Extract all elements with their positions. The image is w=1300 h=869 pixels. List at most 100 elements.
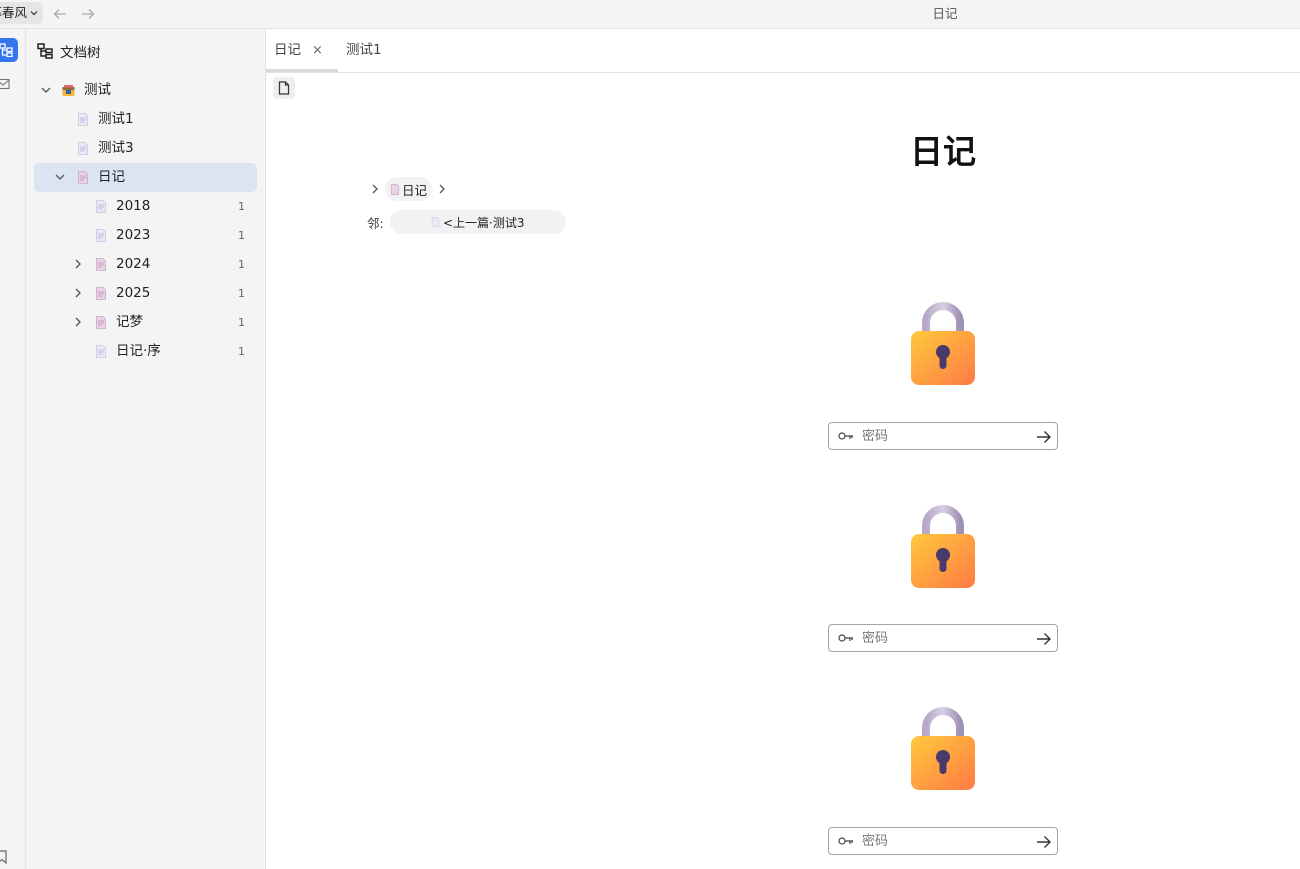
tree-item-doc[interactable]: 记梦 1 <box>34 308 257 337</box>
document-icon <box>77 142 89 155</box>
back-button[interactable] <box>51 5 69 23</box>
top-bar: 暮春风 日记 <box>0 0 1300 29</box>
arrow-right-icon <box>1037 836 1051 848</box>
chevron-right-icon[interactable] <box>436 183 448 195</box>
tree-item-doc[interactable]: 测试3 <box>34 134 257 163</box>
lock-icon <box>911 302 975 385</box>
document-icon <box>77 113 89 126</box>
page-title: 日记 <box>910 133 976 170</box>
lock-icon <box>911 505 975 588</box>
document-icon <box>95 200 107 213</box>
tree-item-count: 1 <box>238 229 245 242</box>
chevron-down-icon <box>30 11 38 16</box>
tree-item-count: 1 <box>238 200 245 213</box>
chevron-right-icon[interactable] <box>71 315 85 329</box>
dock-inbox-button[interactable] <box>0 75 10 94</box>
tree-item-label: 测试1 <box>98 111 134 127</box>
unlock-submit-button[interactable] <box>1034 629 1054 649</box>
document-stack-icon <box>390 183 400 195</box>
notebook-label: 暮春风 <box>0 5 27 20</box>
tree-item-doc[interactable]: 2018 1 <box>34 192 257 221</box>
tree-item-label: 2018 <box>116 198 151 214</box>
arrow-right-icon <box>1037 431 1051 443</box>
previous-doc-link[interactable]: <上一篇·测试3 <box>389 210 566 234</box>
arrow-right-icon <box>82 9 95 19</box>
tree-item-doc[interactable]: 2025 1 <box>34 279 257 308</box>
chevron-right-icon[interactable] <box>71 286 85 300</box>
tab-bar: 日记 × 测试1 <box>266 29 1300 73</box>
forward-button[interactable] <box>79 5 97 23</box>
document-stack-icon <box>77 171 89 184</box>
document-stack-icon <box>95 287 107 300</box>
tree-item-label: 日记 <box>98 169 125 185</box>
tree-item-label: 测试 <box>84 82 111 98</box>
tree-item-doc[interactable]: 日记·序 1 <box>34 337 257 366</box>
tree-item-count: 1 <box>238 287 245 300</box>
arrow-left-icon <box>53 9 66 19</box>
tree-item-label: 日记·序 <box>116 343 161 359</box>
chevron-right-icon[interactable] <box>369 183 381 195</box>
tree-item-doc[interactable]: 2024 1 <box>34 250 257 279</box>
document-stack-icon <box>95 316 107 329</box>
filetree-panel: 文档树 测试 测试1 测试3 日记 2018 1 2023 1 2024 1 2… <box>26 29 266 869</box>
tree-item-count: 1 <box>238 316 245 329</box>
window-title: 日记 <box>932 6 958 21</box>
tree-item-count: 1 <box>238 345 245 358</box>
notebook-icon <box>62 84 75 97</box>
tab-test1[interactable]: 测试1 <box>338 29 408 72</box>
filetree-icon <box>37 43 53 59</box>
tab-label: 日记 <box>274 42 301 58</box>
password-input[interactable] <box>862 629 1022 647</box>
unlock-submit-button[interactable] <box>1034 832 1054 852</box>
document-icon <box>431 217 440 227</box>
mail-icon <box>0 78 10 90</box>
key-icon <box>838 837 853 845</box>
password-field <box>828 624 1058 652</box>
chevron-down-icon[interactable] <box>53 170 67 184</box>
doc-icon-button[interactable] <box>273 77 295 99</box>
unlock-submit-button[interactable] <box>1034 427 1054 447</box>
key-icon <box>838 432 853 440</box>
filetree-icon <box>0 43 13 57</box>
tree-item-label: 测试3 <box>98 140 134 156</box>
breadcrumb-label: 日记 <box>402 182 428 198</box>
arrow-right-icon <box>1037 633 1051 645</box>
notebook-switcher[interactable]: 暮春风 <box>0 2 43 24</box>
tree-item-label: 记梦 <box>116 314 143 330</box>
tree-item-label: 2024 <box>116 256 151 272</box>
password-input[interactable] <box>862 427 1022 445</box>
document-icon <box>95 229 107 242</box>
document-stack-icon <box>95 258 107 271</box>
key-icon <box>838 634 853 642</box>
tree-item-doc[interactable]: 2023 1 <box>34 221 257 250</box>
document-tree: 测试 测试1 测试3 日记 2018 1 2023 1 2024 1 2025 … <box>34 76 257 366</box>
password-input[interactable] <box>862 832 1022 850</box>
breadcrumb-item[interactable]: 日记 <box>385 177 433 201</box>
bookmark-icon <box>0 850 7 865</box>
tree-item-label: 2025 <box>116 285 151 301</box>
tree-item-doc-active[interactable]: 日记 <box>34 163 257 192</box>
password-field <box>828 422 1058 450</box>
filetree-title: 文档树 <box>60 45 101 61</box>
chevron-right-icon[interactable] <box>71 257 85 271</box>
tab-diary[interactable]: 日记 × <box>266 29 338 72</box>
document-icon <box>95 345 107 358</box>
tab-close-button[interactable]: × <box>312 29 323 72</box>
previous-doc-label: <上一篇·测试3 <box>442 215 525 230</box>
lock-icon <box>911 707 975 790</box>
dock-bookmark-button[interactable] <box>0 849 8 868</box>
neighbor-label: 邻: <box>367 215 384 231</box>
tree-item-notebook[interactable]: 测试 <box>34 76 257 105</box>
dock-filetree-button[interactable] <box>0 38 18 62</box>
tree-item-count: 1 <box>238 258 245 271</box>
neighbor-nav: 邻: <上一篇·测试3 <box>367 210 566 234</box>
editor-area: 日记 日记 邻: <上一篇·测试3 <box>266 73 1300 869</box>
chevron-down-icon[interactable] <box>39 83 53 97</box>
filetree-header: 文档树 <box>37 41 101 61</box>
tree-item-doc[interactable]: 测试1 <box>34 105 257 134</box>
breadcrumb: 日记 <box>369 177 448 201</box>
left-dock <box>0 29 26 869</box>
tab-label: 测试1 <box>346 42 382 58</box>
tree-item-label: 2023 <box>116 227 151 243</box>
file-icon <box>278 81 290 95</box>
